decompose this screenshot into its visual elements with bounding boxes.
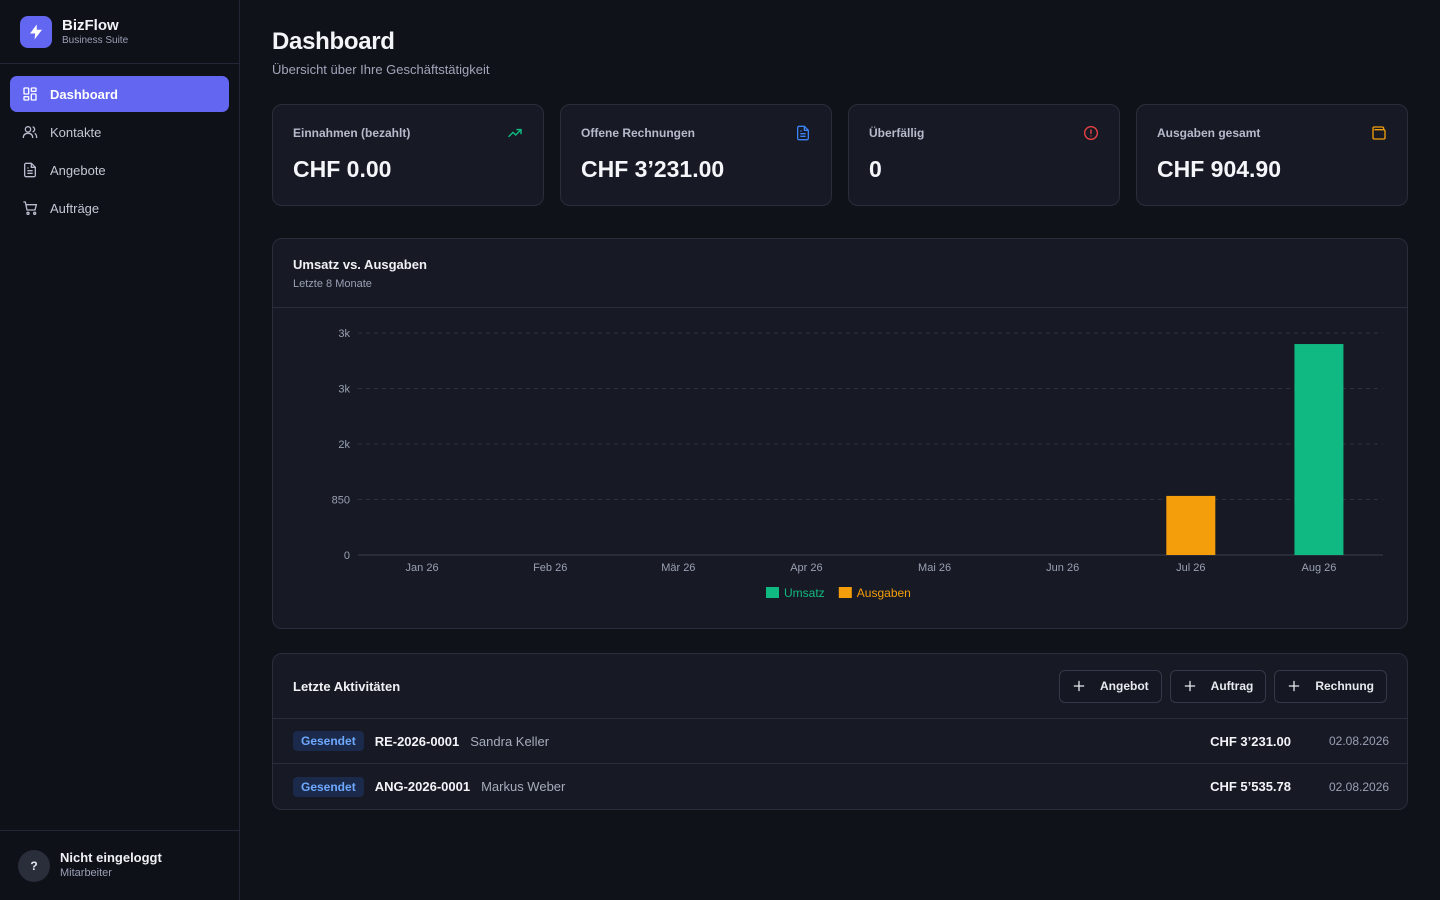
stat-label: Offene Rechnungen bbox=[581, 126, 696, 140]
stat-card-ausgaben: Ausgaben gesamt CHF 904.90 bbox=[1136, 104, 1408, 206]
chart-card: Umsatz vs. Ausgaben Letzte 8 Monate 0 850… bbox=[272, 238, 1408, 629]
activity-card: Letzte Aktivitäten Angebot Auftrag Rechn… bbox=[272, 653, 1408, 810]
sidebar-item-angebote[interactable]: Angebote bbox=[10, 152, 229, 188]
stat-value: CHF 0.00 bbox=[293, 156, 392, 182]
legend-swatch bbox=[838, 587, 852, 598]
contact-name: Sandra Keller bbox=[470, 733, 550, 749]
activity-row[interactable]: Gesendet RE-2026-0001 Sandra Keller CHF … bbox=[273, 719, 1407, 764]
x-tick-label: Mai 26 bbox=[918, 562, 951, 574]
users-icon bbox=[22, 126, 38, 139]
x-tick-label: Apr 26 bbox=[790, 562, 822, 574]
bar-ausgaben bbox=[1166, 495, 1216, 555]
document-icon bbox=[24, 162, 36, 178]
button-label: Auftrag bbox=[1210, 679, 1254, 693]
legend-label: Ausgaben bbox=[857, 586, 911, 600]
y-tick-label: 850 bbox=[332, 495, 350, 507]
file-text-icon bbox=[797, 125, 809, 141]
sidebar-nav: Dashboard Kontakte Angebote Aufträge bbox=[0, 64, 239, 240]
activity-row[interactable]: Gesendet ANG-2026-0001 Markus Weber CHF … bbox=[273, 764, 1407, 809]
status-badge: Gesendet bbox=[293, 776, 364, 797]
page-subtitle: Übersicht über Ihre Geschäftstätigkeit bbox=[272, 62, 490, 77]
stat-label: Ausgaben gesamt bbox=[1157, 126, 1261, 140]
sidebar-item-label: Aufträge bbox=[50, 200, 100, 216]
stat-label: Einnahmen (bezahlt) bbox=[293, 126, 411, 140]
stat-value: 0 bbox=[869, 156, 882, 182]
legend-label: Umsatz bbox=[784, 586, 825, 600]
plus-icon bbox=[1073, 680, 1085, 692]
sidebar: BizFlow Business Suite Dashboard Kontakt… bbox=[0, 0, 240, 900]
new-auftrag-button[interactable]: Auftrag bbox=[1169, 669, 1267, 703]
stat-value: CHF 3’231.00 bbox=[581, 156, 725, 182]
sidebar-item-label: Dashboard bbox=[50, 86, 118, 102]
grid-icon bbox=[23, 87, 37, 101]
chart-title: Umsatz vs. Ausgaben bbox=[293, 257, 427, 272]
document-number: ANG-2026-0001 bbox=[374, 779, 471, 794]
brand-name: BizFlow bbox=[62, 16, 119, 34]
plus-icon bbox=[1184, 680, 1195, 692]
button-label: Rechnung bbox=[1315, 679, 1374, 693]
date: 02.08.2026 bbox=[1329, 779, 1390, 794]
brand[interactable]: BizFlow Business Suite bbox=[0, 0, 239, 64]
stat-card-offene-rechnungen: Offene Rechnungen CHF 3’231.00 bbox=[560, 104, 832, 206]
new-rechnung-button[interactable]: Rechnung bbox=[1274, 669, 1387, 703]
trending-up-icon bbox=[508, 128, 522, 138]
legend-swatch bbox=[766, 587, 779, 598]
y-tick-label: 2k bbox=[338, 439, 350, 451]
page-title: Dashboard bbox=[272, 28, 395, 55]
plus-icon bbox=[1289, 680, 1300, 692]
date: 02.08.2026 bbox=[1329, 734, 1390, 748]
x-tick-label: Feb 26 bbox=[533, 562, 567, 574]
x-tick-label: Aug 26 bbox=[1302, 562, 1337, 574]
document-number: RE-2026-0001 bbox=[374, 733, 460, 749]
sidebar-item-label: Angebote bbox=[50, 162, 106, 178]
wallet-icon bbox=[1372, 126, 1386, 140]
bar-umsatz bbox=[1294, 344, 1344, 555]
stat-card-ueberfaellig: Überfällig 0 bbox=[848, 104, 1120, 206]
user-role: Mitarbeiter bbox=[60, 867, 112, 879]
new-angebot-button[interactable]: Angebot bbox=[1059, 669, 1162, 703]
contact-name: Markus Weber bbox=[481, 779, 566, 794]
chart-subtitle: Letzte 8 Monate bbox=[293, 278, 372, 290]
button-label: Angebot bbox=[1100, 679, 1149, 693]
sidebar-item-dashboard[interactable]: Dashboard bbox=[10, 76, 229, 112]
y-tick-label: 3k bbox=[338, 328, 350, 340]
revenue-expense-chart: 0 850 2k 3k 3k Jan 26 Feb 26 Mär 26 Apr 26 Mai 26… bbox=[332, 328, 1383, 600]
sidebar-item-auftraege[interactable]: Aufträge bbox=[10, 190, 229, 226]
amount: CHF 3’231.00 bbox=[1210, 733, 1291, 749]
lightning-icon bbox=[20, 15, 52, 48]
stat-label: Überfällig bbox=[869, 126, 925, 140]
brand-subtitle: Business Suite bbox=[62, 34, 129, 46]
main-content: Dashboard Übersicht über Ihre Geschäftst… bbox=[272, 0, 1408, 810]
avatar: ? bbox=[18, 849, 50, 882]
user-name: Nicht eingeloggt bbox=[60, 850, 162, 865]
stat-value: CHF 904.90 bbox=[1157, 156, 1282, 182]
stats-row: Einnahmen (bezahlt) CHF 0.00 Offene Rech… bbox=[272, 104, 1408, 206]
activity-title: Letzte Aktivitäten bbox=[293, 678, 401, 694]
cart-icon bbox=[23, 201, 38, 215]
x-tick-label: Jan 26 bbox=[406, 562, 439, 574]
sidebar-item-kontakte[interactable]: Kontakte bbox=[10, 114, 229, 150]
alert-circle-icon bbox=[1084, 126, 1098, 140]
stat-card-einnahmen: Einnahmen (bezahlt) CHF 0.00 bbox=[272, 104, 544, 206]
x-tick-label: Jul 26 bbox=[1176, 562, 1205, 574]
y-tick-label: 0 bbox=[344, 550, 350, 562]
amount: CHF 5’535.78 bbox=[1210, 779, 1291, 794]
y-tick-label: 3k bbox=[338, 384, 350, 396]
status-badge: Gesendet bbox=[293, 731, 364, 751]
x-tick-label: Mär 26 bbox=[661, 562, 695, 574]
sidebar-item-label: Kontakte bbox=[50, 124, 102, 140]
x-tick-label: Jun 26 bbox=[1046, 562, 1079, 574]
user-panel[interactable]: ? Nicht eingeloggt Mitarbeiter bbox=[0, 830, 239, 900]
